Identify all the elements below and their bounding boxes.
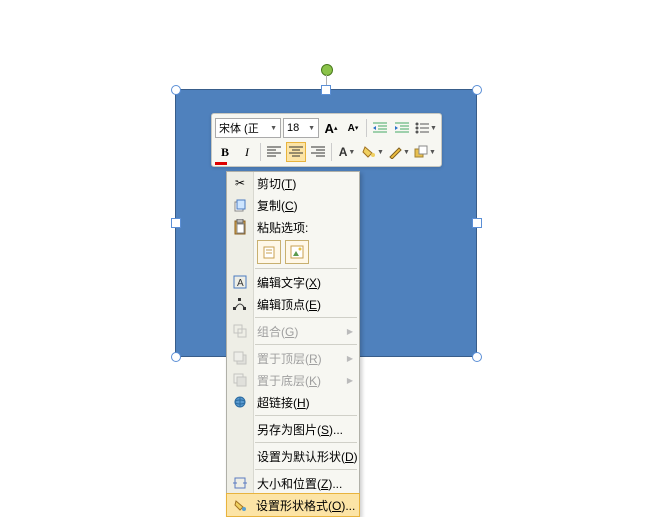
bucket-icon [362,145,376,159]
bring-front-icon [231,349,249,367]
handle-se[interactable] [472,352,482,362]
font-size-value: 18 [287,122,299,134]
shape-outline-button[interactable]: ▼ [387,142,411,162]
shape-fill-button[interactable]: ▼ [361,142,385,162]
bullets-button[interactable]: ▼ [414,118,438,138]
decrease-indent-button[interactable] [370,118,390,138]
chevron-down-icon: ▼ [430,125,437,132]
paste-options-row [227,238,359,266]
indent-icon [395,122,409,134]
picture-icon [290,245,304,259]
menu-separator [255,268,357,269]
format-shape-icon [231,496,249,514]
submenu-arrow-icon: ▶ [347,376,353,385]
handle-sw[interactable] [171,352,181,362]
svg-text:A: A [237,278,244,289]
menu-separator [255,317,357,318]
font-color-button[interactable]: A▼ [335,142,359,162]
group-icon [231,322,249,340]
handle-ne[interactable] [472,85,482,95]
align-right-icon [311,146,325,158]
menu-save-as-picture[interactable]: 另存为图片(S)... [227,418,359,440]
align-center-icon [289,146,303,158]
submenu-arrow-icon: ▶ [347,354,353,363]
align-left-button[interactable] [264,142,284,162]
align-left-icon [267,146,281,158]
menu-cut[interactable]: ✂剪切(T) [227,172,359,194]
edit-points-icon [231,295,249,313]
arrange-icon [414,145,428,159]
menu-separator [255,442,357,443]
submenu-arrow-icon: ▶ [347,327,353,336]
outdent-icon [373,122,387,134]
font-name-select[interactable]: 宋体 (正 ▼ [215,118,281,138]
chevron-down-icon: ▼ [429,149,436,156]
italic-button[interactable]: I [237,142,257,162]
color-swatch [215,162,227,165]
chevron-down-icon: ▼ [377,149,384,156]
menu-edit-text[interactable]: A编辑文字(X) [227,271,359,293]
grow-font-button[interactable]: A▴ [321,118,341,138]
handle-e[interactable] [472,218,482,228]
menu-format-shape[interactable]: 设置形状格式(O)... [226,493,360,517]
hyperlink-icon [231,393,249,411]
menu-send-back: 置于底层(K)▶ [227,369,359,391]
menu-separator [255,344,357,345]
font-name-value: 宋体 (正 [219,120,259,136]
menu-edit-points[interactable]: 编辑顶点(E) [227,293,359,315]
shrink-font-button[interactable]: A▾ [343,118,363,138]
context-menu: ✂剪切(T) 复制(C) 粘贴选项: A编辑文字(X) 编辑顶点(E) 组合(G… [226,171,360,517]
paste-option-2[interactable] [285,240,309,264]
menu-copy[interactable]: 复制(C) [227,194,359,216]
font-size-select[interactable]: 18 ▼ [283,118,319,138]
separator [331,143,332,161]
handle-n[interactable] [321,85,331,95]
send-back-icon [231,371,249,389]
clipboard-icon [231,218,249,236]
scissors-icon: ✂ [231,174,249,192]
menu-set-default-shape[interactable]: 设置为默认形状(D) [227,445,359,467]
paste-option-1[interactable] [257,240,281,264]
menu-hyperlink[interactable]: 超链接(H) [227,391,359,413]
align-center-button[interactable] [286,142,306,162]
chevron-down-icon: ▼ [270,125,277,132]
align-right-button[interactable] [308,142,328,162]
edit-text-icon: A [231,273,249,291]
handle-nw[interactable] [171,85,181,95]
menu-size-position[interactable]: 大小和位置(Z)... [227,472,359,494]
mini-toolbar: 宋体 (正 ▼ 18 ▼ A▴ A▾ ▼ B I A▼ ▼ ▼ ▼ [211,113,442,167]
separator [260,143,261,161]
arrange-button[interactable]: ▼ [413,142,437,162]
increase-indent-button[interactable] [392,118,412,138]
rotation-handle[interactable] [321,64,333,76]
menu-bring-front: 置于顶层(R)▶ [227,347,359,369]
chevron-down-icon: ▼ [403,149,410,156]
size-icon [231,474,249,492]
chevron-down-icon: ▼ [348,149,355,156]
menu-separator [255,469,357,470]
bold-button[interactable]: B [215,142,235,162]
chevron-down-icon: ▼ [308,125,315,132]
menu-paste-options-header: 粘贴选项: [227,216,359,238]
separator [366,119,367,137]
paste-icon [262,245,276,259]
copy-icon [231,196,249,214]
menu-separator [255,415,357,416]
bullets-icon [415,122,429,134]
pen-icon [388,145,402,159]
canvas: 宋体 (正▼ 18▼ A▴ A▾ ▼ B I A▼ ▼ ▼ ▼ ✂剪切(T) 复… [0,0,667,500]
menu-group: 组合(G)▶ [227,320,359,342]
handle-w[interactable] [171,218,181,228]
